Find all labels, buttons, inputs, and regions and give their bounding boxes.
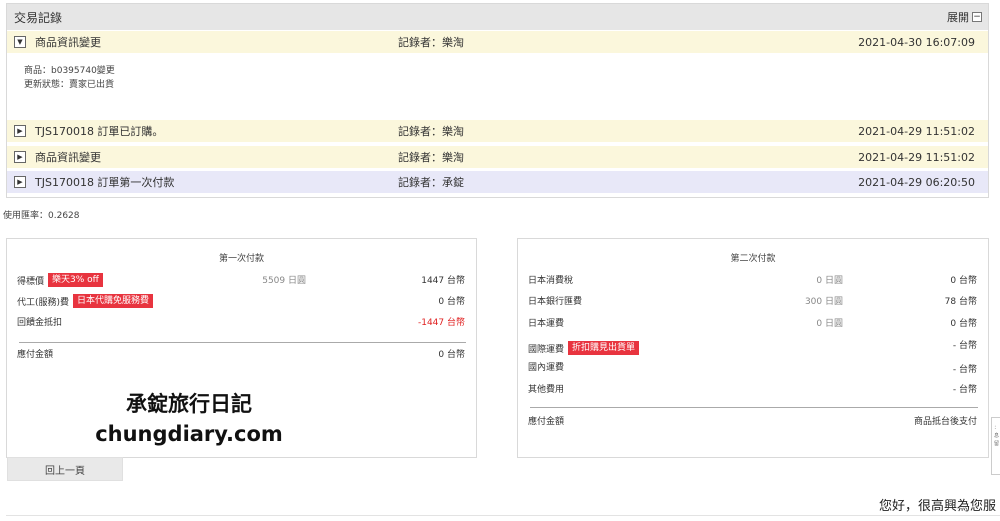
payment-row: 日本消費稅 0 日圓 0 台幣 bbox=[518, 273, 988, 287]
promo-badge: 日本代購免服務費 bbox=[73, 294, 154, 308]
payment-row: 日本運費 0 日圓 0 台幣 bbox=[518, 316, 988, 330]
transaction-description: TJS170018 訂單第一次付款 bbox=[35, 176, 175, 189]
payment-row-jpy: 0 日圓 bbox=[816, 276, 843, 286]
payment-row-label: 代工(服務)費 bbox=[17, 297, 70, 308]
first-payment-title: 第一次付款 bbox=[218, 254, 264, 264]
transaction-recorder: 記錄者：承錠 bbox=[398, 176, 464, 189]
payment-row-label: 日本運費 bbox=[528, 319, 565, 329]
transaction-recorder: 記錄者：樂淘 bbox=[398, 125, 464, 138]
transaction-log-header: 交易記錄 展開 − bbox=[7, 4, 988, 30]
caret-right-icon[interactable]: ▶ bbox=[14, 125, 26, 137]
transaction-description: 商品資訊變更 bbox=[35, 36, 101, 49]
payment-row-label: 回饋金抵扣 bbox=[17, 318, 63, 328]
first-payment-box: 第一次付款 得標價 樂天3% off 5509 日圓 1447 台幣 代工(服務… bbox=[6, 238, 477, 458]
payment-total-value: 0 台幣 bbox=[438, 350, 465, 360]
payment-row-twd: - 台幣 bbox=[952, 365, 977, 375]
payment-row-label: 日本銀行匯費 bbox=[528, 297, 583, 307]
transaction-log-title: 交易記錄 bbox=[14, 10, 63, 25]
payment-row: 代工(服務)費 日本代購免服務費 0 台幣 bbox=[7, 294, 476, 308]
transaction-detail: 商品：b0395740變更 更新狀態：賣家已出貨 bbox=[24, 64, 115, 92]
payment-row: 國內運費 - 台幣 bbox=[518, 360, 988, 375]
payment-row-twd: 0 台幣 bbox=[438, 297, 465, 307]
transaction-time: 2021-04-29 11:51:02 bbox=[858, 150, 975, 164]
payment-total-value: 商品抵台後支付 bbox=[913, 417, 977, 427]
collapse-icon: − bbox=[972, 12, 982, 22]
payment-row-label: 得標價 bbox=[17, 276, 45, 287]
caret-right-icon[interactable]: ▶ bbox=[14, 151, 26, 163]
chat-greeting[interactable]: 您好，很高興為您服 bbox=[868, 493, 1000, 516]
transaction-row[interactable]: ▼ 商品資訊變更 記錄者：樂淘 2021-04-30 16:07:09 bbox=[7, 31, 988, 53]
payment-row-jpy: 0 日圓 bbox=[816, 319, 843, 329]
payment-row-twd: 0 台幣 bbox=[950, 319, 977, 329]
watermark-url: chungdiary.com bbox=[95, 422, 283, 446]
payment-row-twd: 78 台幣 bbox=[944, 297, 977, 307]
payment-row: 其他費用 - 台幣 bbox=[518, 382, 988, 396]
exchange-rate-text: 使用匯率：0.2628 bbox=[3, 211, 80, 221]
payment-row-label: 國內運費 bbox=[528, 363, 565, 373]
payment-total-label: 應付金額 bbox=[17, 350, 54, 360]
payment-total-row: 應付金額 0 台幣 bbox=[7, 347, 476, 361]
transaction-row[interactable]: ▶ TJS170018 訂單已訂購。 記錄者：樂淘 2021-04-29 11:… bbox=[7, 120, 988, 142]
bottom-divider bbox=[6, 515, 1000, 516]
transaction-row[interactable]: ▶ 商品資訊變更 記錄者：樂淘 2021-04-29 11:51:02 bbox=[7, 146, 988, 168]
payment-total-row: 應付金額 商品抵台後支付 bbox=[518, 414, 988, 428]
payment-divider bbox=[530, 407, 978, 408]
transaction-description: 商品資訊變更 bbox=[35, 151, 101, 164]
watermark-title: 承錠旅行日記 bbox=[126, 392, 252, 416]
payment-row-twd: 1447 台幣 bbox=[421, 276, 465, 286]
side-tab-glyph: ： bbox=[994, 425, 1000, 431]
transaction-recorder: 記錄者：樂淘 bbox=[398, 36, 464, 49]
transaction-row[interactable]: ▶ TJS170018 訂單第一次付款 記錄者：承錠 2021-04-29 06… bbox=[7, 171, 988, 193]
payment-total-label: 應付金額 bbox=[528, 417, 565, 427]
transaction-time: 2021-04-29 11:51:02 bbox=[858, 124, 975, 138]
feedback-side-tab[interactable]: ： 息 留 bbox=[991, 417, 1000, 475]
payment-row-label: 其他費用 bbox=[528, 385, 565, 395]
second-payment-title: 第二次付款 bbox=[730, 254, 776, 264]
side-tab-glyph: 留 bbox=[994, 441, 1000, 447]
detail-status-line: 更新狀態：賣家已出貨 bbox=[24, 80, 115, 90]
transaction-time: 2021-04-30 16:07:09 bbox=[858, 35, 975, 49]
payment-row: 國際運費 折扣購見出貨單 - 台幣 bbox=[518, 341, 988, 355]
payment-row-twd: -1447 台幣 bbox=[417, 318, 465, 328]
caret-down-icon[interactable]: ▼ bbox=[14, 36, 26, 48]
transaction-log-panel: 交易記錄 展開 − ▼ 商品資訊變更 記錄者：樂淘 2021-04-30 16:… bbox=[6, 3, 989, 198]
expand-all-toggle[interactable]: 展開 − bbox=[947, 9, 982, 25]
transaction-description: TJS170018 訂單已訂購。 bbox=[35, 125, 164, 138]
payment-row: 日本銀行匯費 300 日圓 78 台幣 bbox=[518, 294, 988, 308]
payment-row-jpy: 5509 日圓 bbox=[262, 276, 306, 286]
payment-row-twd: - 台幣 bbox=[952, 385, 977, 395]
payment-row: 得標價 樂天3% off 5509 日圓 1447 台幣 bbox=[7, 273, 476, 287]
expand-all-label: 展開 bbox=[947, 11, 969, 24]
payment-row: 回饋金抵扣 -1447 台幣 bbox=[7, 315, 476, 329]
payment-row-twd: 0 台幣 bbox=[950, 276, 977, 286]
transaction-recorder: 記錄者：樂淘 bbox=[398, 151, 464, 164]
detail-product-line: 商品：b0395740變更 bbox=[24, 66, 115, 76]
payment-row-label: 日本消費稅 bbox=[528, 276, 574, 286]
side-tab-glyph: 息 bbox=[994, 433, 1000, 439]
transaction-time: 2021-04-29 06:20:50 bbox=[858, 175, 975, 189]
second-payment-box: 第二次付款 日本消費稅 0 日圓 0 台幣 日本銀行匯費 300 日圓 78 台… bbox=[517, 238, 989, 458]
payment-divider bbox=[19, 342, 466, 343]
caret-right-icon[interactable]: ▶ bbox=[14, 176, 26, 188]
payment-row-twd: - 台幣 bbox=[952, 341, 977, 351]
back-button[interactable]: 回上一頁 bbox=[7, 457, 123, 481]
promo-badge: 樂天3% off bbox=[48, 273, 103, 287]
payment-row-label: 國際運費 bbox=[528, 344, 565, 355]
payment-row-jpy: 300 日圓 bbox=[804, 297, 843, 307]
promo-badge: 折扣購見出貨單 bbox=[568, 341, 640, 355]
